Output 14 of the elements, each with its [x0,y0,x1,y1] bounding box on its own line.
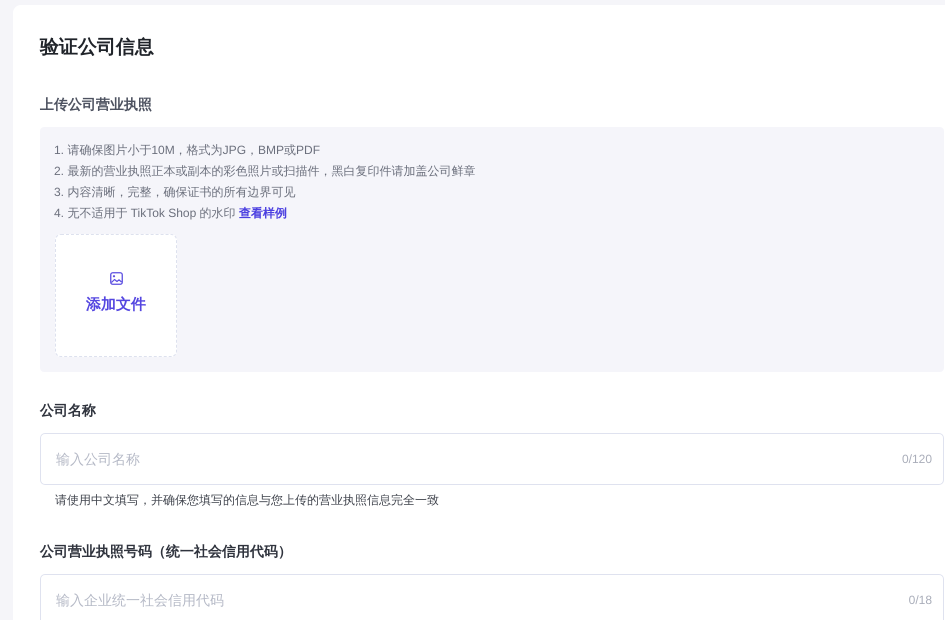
page-title: 验证公司信息 [40,36,155,60]
image-icon [110,272,122,285]
field-label: 公司营业执照号码（统一社会信用代码） [40,542,292,561]
upload-button[interactable]: 添加文件 [55,234,177,357]
field-label: 公司名称 [40,401,96,420]
requirement-text: 1. 请确保图片小于10M，格式为JPG，BMP或PDF [54,142,320,159]
character-counter: 0/120 [902,451,932,467]
sample-link[interactable]: 查看样例 [238,206,287,220]
requirement-text: 2. 最新的营业执照正本或副本的彩色照片或扫描件，黑白复印件请加盖公司鲜章 [54,163,476,180]
hint-text: 请使用中文填写，并确保您填写的信息与您上传的营业执照信息完全一致 [55,492,439,509]
section-label: 上传公司营业执照 [40,95,153,114]
character-counter: 0/18 [908,592,932,608]
requirement-text: 4. 无不适用于 TikTok Shop 的水印 查看样例 [54,205,287,222]
requirement-text: 3. 内容清晰，完整，确保证书的所有边界可见 [54,184,296,201]
